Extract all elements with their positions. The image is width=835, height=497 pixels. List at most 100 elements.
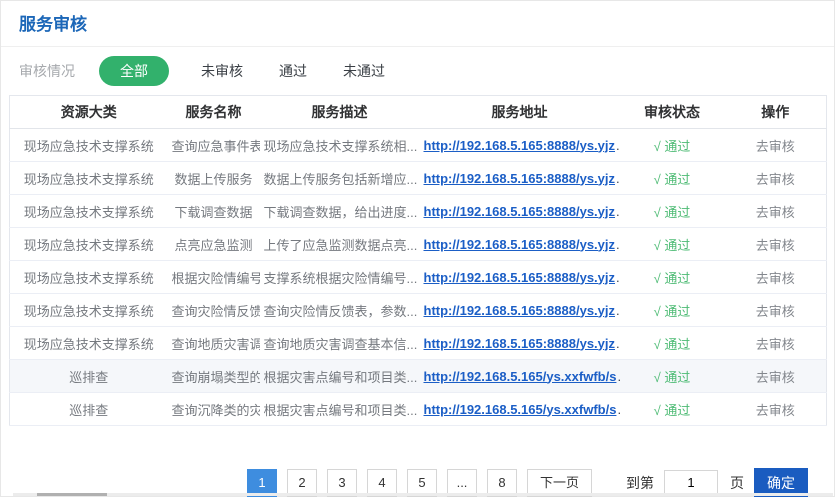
cell-action: 去审核 bbox=[725, 327, 827, 360]
go-review-link[interactable]: 去审核 bbox=[756, 370, 795, 385]
status-passed-badge: √ 通过 bbox=[654, 304, 691, 319]
cell-category: 巡排查 bbox=[10, 360, 168, 393]
cell-status: √ 通过 bbox=[620, 129, 725, 162]
service-url-link[interactable]: http://192.168.5.165:8888/ys.yjz bbox=[424, 237, 616, 252]
column-header-action: 操作 bbox=[725, 96, 827, 129]
cell-status: √ 通过 bbox=[620, 228, 725, 261]
cell-action: 去审核 bbox=[725, 129, 827, 162]
service-url-link[interactable]: http://192.168.5.165:8888/ys.yjz bbox=[424, 204, 616, 219]
scrollbar-thumb[interactable] bbox=[37, 493, 107, 496]
cell-action: 去审核 bbox=[725, 228, 827, 261]
cell-status: √ 通过 bbox=[620, 393, 725, 426]
table-row: 现场应急技术支撑系统 查询应急事件表 现场应急技术支撑系统相... http:/… bbox=[10, 129, 827, 162]
cell-url: http://192.168.5.165:8888/ys.yjz... bbox=[420, 327, 620, 360]
service-url-link[interactable]: http://192.168.5.165:8888/ys.yjz bbox=[424, 138, 616, 153]
page-unit-label: 页 bbox=[730, 473, 744, 493]
go-review-link[interactable]: 去审核 bbox=[756, 238, 795, 253]
table-row: 现场应急技术支撑系统 根据灾险情编号查询... 支撑系统根据灾险情编号... h… bbox=[10, 261, 827, 294]
cell-description: 支撑系统根据灾险情编号... bbox=[260, 261, 420, 294]
horizontal-scrollbar[interactable] bbox=[13, 493, 833, 496]
cell-status: √ 通过 bbox=[620, 360, 725, 393]
filter-option-unreviewed[interactable]: 未审核 bbox=[201, 56, 243, 86]
go-review-link[interactable]: 去审核 bbox=[756, 304, 795, 319]
filter-label: 审核情况 bbox=[19, 61, 75, 81]
column-header-status: 审核状态 bbox=[620, 96, 725, 129]
column-header-category: 资源大类 bbox=[10, 96, 168, 129]
column-header-url: 服务地址 bbox=[420, 96, 620, 129]
table-row: 巡排查 查询沉降类的灾害点... 根据灾害点编号和项目类... http://1… bbox=[10, 393, 827, 426]
status-passed-badge: √ 通过 bbox=[654, 205, 691, 220]
status-passed-badge: √ 通过 bbox=[654, 139, 691, 154]
filter-option-failed[interactable]: 未通过 bbox=[343, 56, 385, 86]
cell-name: 下载调查数据 bbox=[168, 195, 260, 228]
cell-url: http://192.168.5.165/ys.xxfwfb/s... bbox=[420, 360, 620, 393]
cell-name: 查询沉降类的灾害点... bbox=[168, 393, 260, 426]
cell-status: √ 通过 bbox=[620, 195, 725, 228]
cell-name: 查询地质灾害调查基... bbox=[168, 327, 260, 360]
service-url-link[interactable]: http://192.168.5.165:8888/ys.yjz bbox=[424, 270, 616, 285]
cell-description: 下载调查数据，给出进度... bbox=[260, 195, 420, 228]
cell-category: 现场应急技术支撑系统 bbox=[10, 129, 168, 162]
cell-status: √ 通过 bbox=[620, 261, 725, 294]
url-ellipsis: ... bbox=[617, 369, 619, 384]
audit-status-filter: 审核情况 全部 未审核 通过 未通过 bbox=[1, 47, 834, 95]
cell-action: 去审核 bbox=[725, 360, 827, 393]
status-passed-badge: √ 通过 bbox=[654, 370, 691, 385]
cell-category: 现场应急技术支撑系统 bbox=[10, 261, 168, 294]
table-row: 现场应急技术支撑系统 点亮应急监测 上传了应急监测数据点亮... http://… bbox=[10, 228, 827, 261]
cell-description: 查询灾险情反馈表，参数... bbox=[260, 294, 420, 327]
cell-url: http://192.168.5.165:8888/ys.yjz... bbox=[420, 261, 620, 294]
table-row: 现场应急技术支撑系统 下载调查数据 下载调查数据，给出进度... http://… bbox=[10, 195, 827, 228]
table-header-row: 资源大类 服务名称 服务描述 服务地址 审核状态 操作 bbox=[10, 96, 827, 129]
filter-option-passed[interactable]: 通过 bbox=[279, 56, 307, 86]
cell-action: 去审核 bbox=[725, 195, 827, 228]
cell-description: 数据上传服务包括新增应... bbox=[260, 162, 420, 195]
go-review-link[interactable]: 去审核 bbox=[756, 403, 795, 418]
go-review-link[interactable]: 去审核 bbox=[756, 271, 795, 286]
cell-description: 根据灾害点编号和项目类... bbox=[260, 393, 420, 426]
cell-name: 查询灾险情反馈byZ... bbox=[168, 294, 260, 327]
url-ellipsis: ... bbox=[616, 171, 619, 186]
cell-action: 去审核 bbox=[725, 294, 827, 327]
cell-status: √ 通过 bbox=[620, 294, 725, 327]
cell-category: 现场应急技术支撑系统 bbox=[10, 228, 168, 261]
status-passed-badge: √ 通过 bbox=[654, 238, 691, 253]
service-url-link[interactable]: http://192.168.5.165/ys.xxfwfb/s bbox=[424, 402, 617, 417]
service-url-link[interactable]: http://192.168.5.165:8888/ys.yjz bbox=[424, 336, 616, 351]
cell-description: 上传了应急监测数据点亮... bbox=[260, 228, 420, 261]
cell-name: 查询应急事件表 bbox=[168, 129, 260, 162]
table-row: 现场应急技术支撑系统 查询灾险情反馈byZ... 查询灾险情反馈表，参数... … bbox=[10, 294, 827, 327]
cell-url: http://192.168.5.165:8888/ys.yjz... bbox=[420, 228, 620, 261]
column-header-description: 服务描述 bbox=[260, 96, 420, 129]
cell-description: 现场应急技术支撑系统相... bbox=[260, 129, 420, 162]
goto-page-label: 到第 bbox=[626, 473, 654, 493]
cell-name: 查询崩塌类型的灾害... bbox=[168, 360, 260, 393]
cell-url: http://192.168.5.165:8888/ys.yjz... bbox=[420, 294, 620, 327]
url-ellipsis: ... bbox=[616, 138, 619, 153]
table-row-hovered: 巡排查 查询崩塌类型的灾害... 根据灾害点编号和项目类... http://1… bbox=[10, 360, 827, 393]
cell-url: http://192.168.5.165:8888/ys.yjz... bbox=[420, 129, 620, 162]
service-url-link[interactable]: http://192.168.5.165/ys.xxfwfb/s bbox=[424, 369, 617, 384]
cell-url: http://192.168.5.165:8888/ys.yjz... bbox=[420, 162, 620, 195]
go-review-link[interactable]: 去审核 bbox=[756, 139, 795, 154]
go-review-link[interactable]: 去审核 bbox=[756, 205, 795, 220]
filter-option-all[interactable]: 全部 bbox=[99, 56, 169, 86]
service-url-link[interactable]: http://192.168.5.165:8888/ys.yjz bbox=[424, 171, 616, 186]
cell-status: √ 通过 bbox=[620, 162, 725, 195]
cell-url: http://192.168.5.165/ys.xxfwfb/s... bbox=[420, 393, 620, 426]
cell-url: http://192.168.5.165:8888/ys.yjz... bbox=[420, 195, 620, 228]
cell-name: 点亮应急监测 bbox=[168, 228, 260, 261]
table-row: 现场应急技术支撑系统 查询地质灾害调查基... 查询地质灾害调查基本信... h… bbox=[10, 327, 827, 360]
url-ellipsis: ... bbox=[616, 204, 619, 219]
cell-status: √ 通过 bbox=[620, 327, 725, 360]
go-review-link[interactable]: 去审核 bbox=[756, 337, 795, 352]
url-ellipsis: ... bbox=[616, 336, 619, 351]
cell-name: 根据灾险情编号查询... bbox=[168, 261, 260, 294]
go-review-link[interactable]: 去审核 bbox=[756, 172, 795, 187]
page-title: 服务审核 bbox=[1, 1, 834, 46]
cell-description: 查询地质灾害调查基本信... bbox=[260, 327, 420, 360]
cell-action: 去审核 bbox=[725, 162, 827, 195]
cell-description: 根据灾害点编号和项目类... bbox=[260, 360, 420, 393]
service-url-link[interactable]: http://192.168.5.165:8888/ys.yjz bbox=[424, 303, 616, 318]
goto-page-input[interactable] bbox=[664, 470, 718, 496]
